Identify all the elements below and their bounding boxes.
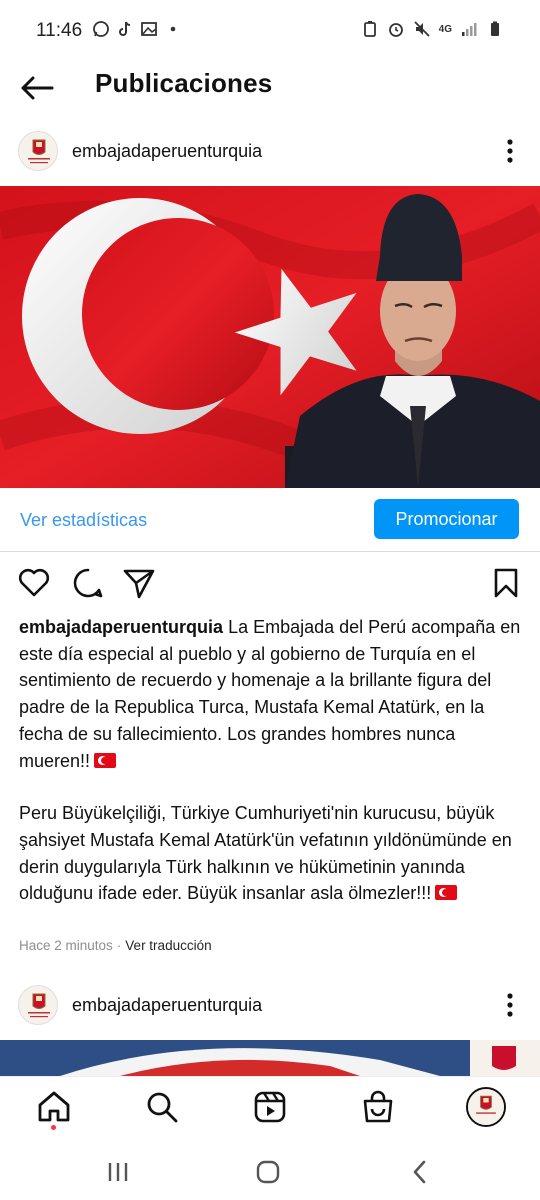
- back-arrow-icon[interactable]: [18, 68, 58, 108]
- avatar[interactable]: [18, 131, 58, 171]
- embassy-logo-icon: [19, 132, 57, 170]
- tiktok-icon: [119, 21, 131, 36]
- reels-icon[interactable]: [252, 1089, 288, 1125]
- app-header: Publicaciones: [0, 60, 540, 124]
- search-icon[interactable]: [144, 1089, 180, 1125]
- alarm-icon: [388, 23, 403, 37]
- meta-separator: ·: [116, 938, 122, 953]
- post-image[interactable]: [0, 186, 540, 488]
- avatar[interactable]: [18, 985, 58, 1025]
- page-title: Publicaciones: [95, 68, 273, 98]
- system-status-icons: 4G: [361, 20, 504, 38]
- gallery-icon: [141, 22, 157, 36]
- post-image-2-preview: [0, 1040, 540, 1076]
- shop-icon[interactable]: [360, 1089, 396, 1125]
- embassy-logo-icon: [19, 986, 57, 1024]
- status-bar: 11:46 4G: [0, 0, 540, 60]
- turkey-flag-icon: [435, 885, 458, 901]
- post-header: embajadaperuenturquia: [0, 128, 540, 176]
- turkey-flag-icon: [94, 752, 117, 768]
- post-caption: embajadaperuenturquia La Embajada del Pe…: [19, 614, 524, 907]
- embassy-logo-icon: [468, 1089, 504, 1125]
- bookmark-icon[interactable]: [489, 566, 523, 600]
- more-options-icon[interactable]: [498, 134, 522, 168]
- post-actions: [0, 562, 540, 606]
- send-icon[interactable]: [122, 566, 156, 600]
- turkish-flag-ataturk-image: [0, 186, 540, 488]
- signal-icon: [462, 23, 477, 36]
- caption-paragraph-es: embajadaperuenturquia La Embajada del Pe…: [19, 614, 524, 774]
- recent-apps-icon[interactable]: [104, 1158, 132, 1186]
- whatsapp-icon: [93, 21, 109, 37]
- post-username[interactable]: embajadaperuenturquia: [72, 141, 262, 162]
- system-navigation-bar: [0, 1142, 540, 1200]
- promote-button[interactable]: Promocionar: [374, 499, 519, 539]
- comment-icon[interactable]: [71, 566, 105, 600]
- network-type: 4G: [438, 23, 452, 35]
- mute-icon: [414, 21, 430, 37]
- bottom-tab-bar: [0, 1076, 540, 1142]
- post-header-2: embajadaperuenturquia: [0, 982, 540, 1030]
- back-button-icon[interactable]: [406, 1158, 434, 1186]
- battery-saver-icon: [363, 21, 376, 37]
- home-button-icon[interactable]: [254, 1158, 282, 1186]
- view-insights-link[interactable]: Ver estadísticas: [20, 510, 147, 531]
- caption-paragraph-tr: Peru Büyükelçiliği, Türkiye Cumhuriyeti'…: [19, 800, 524, 907]
- profile-tab[interactable]: [466, 1087, 506, 1127]
- more-notifications-icon: [170, 26, 176, 32]
- caption-text-es: La Embajada del Perú acompaña en este dí…: [19, 617, 521, 771]
- see-translation-link[interactable]: Ver traducción: [125, 938, 211, 953]
- insights-bar: Ver estadísticas Promocionar: [0, 488, 540, 552]
- post-username[interactable]: embajadaperuenturquia: [72, 995, 262, 1016]
- caption-username[interactable]: embajadaperuenturquia: [19, 617, 223, 637]
- notification-icons: [92, 20, 182, 38]
- home-activity-dot: [51, 1125, 56, 1130]
- battery-icon: [491, 21, 499, 36]
- post-meta: Hace 2 minutos · Ver traducción: [19, 938, 212, 953]
- heart-icon[interactable]: [17, 566, 51, 600]
- status-time: 11:46: [36, 20, 83, 41]
- more-options-icon[interactable]: [498, 988, 522, 1022]
- home-icon[interactable]: [36, 1089, 72, 1125]
- post-image-2[interactable]: [0, 1040, 540, 1076]
- post-timestamp: Hace 2 minutos: [19, 938, 113, 953]
